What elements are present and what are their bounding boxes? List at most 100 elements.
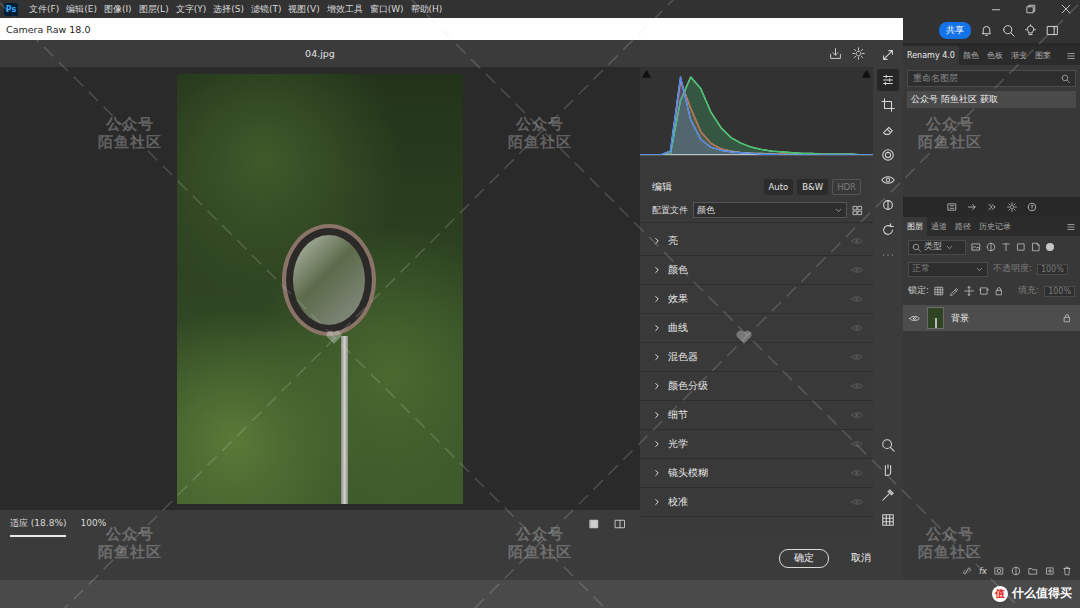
lock-all-icon[interactable] — [994, 286, 1004, 296]
menu-item[interactable]: 文件(F) — [29, 3, 59, 16]
panel-tab[interactable]: 颜色 — [959, 46, 983, 65]
bulb-icon[interactable] — [1024, 24, 1037, 37]
tool-button[interactable] — [877, 459, 899, 481]
trash-icon[interactable] — [1062, 566, 1072, 576]
smart-object-icon[interactable] — [1031, 242, 1041, 252]
image-canvas[interactable] — [0, 67, 640, 510]
share-button[interactable]: 共享 — [939, 22, 971, 39]
panel-menu-icon[interactable] — [1066, 222, 1076, 232]
type-layer-icon[interactable] — [1001, 242, 1011, 252]
lock-pixels-icon[interactable] — [934, 286, 944, 296]
menu-item[interactable]: 文字(Y) — [176, 3, 207, 16]
gear-icon[interactable] — [852, 47, 865, 60]
menu-item[interactable]: 编辑(E) — [66, 3, 97, 16]
filter-toggle[interactable] — [1046, 243, 1054, 251]
tool-button[interactable] — [877, 244, 899, 266]
tool-button[interactable] — [877, 69, 899, 91]
highlight-clip-icon[interactable] — [862, 69, 871, 78]
panel-tab[interactable]: 通道 — [927, 217, 951, 236]
filter-dropdown[interactable]: 类型 — [908, 240, 966, 255]
menu-item[interactable]: 窗口(W) — [370, 3, 404, 16]
bell-icon[interactable] — [980, 24, 993, 37]
settings-icon[interactable] — [1007, 202, 1017, 212]
folder-icon[interactable] — [1028, 566, 1038, 576]
tool-button[interactable] — [877, 509, 899, 531]
lock-artboard-icon[interactable] — [979, 286, 989, 296]
visibility-eye-icon[interactable] — [851, 467, 863, 479]
menu-item[interactable]: 选择(S) — [213, 3, 244, 16]
panel-tab[interactable]: 历史记录 — [975, 217, 1015, 236]
panel-section[interactable]: 细节 — [640, 401, 873, 430]
panel-section[interactable]: 光学 — [640, 430, 873, 459]
actions-icon[interactable] — [987, 202, 997, 212]
layer-lock-icon[interactable] — [1062, 313, 1072, 323]
panel-section[interactable]: 颜色分级 — [640, 372, 873, 401]
panel-menu-icon[interactable] — [1066, 51, 1076, 61]
panel-section[interactable]: 颜色 — [640, 256, 873, 285]
panel-tab[interactable]: 路径 — [951, 217, 975, 236]
restore-icon[interactable] — [1025, 3, 1037, 15]
panel-section[interactable]: 亮 — [640, 227, 873, 256]
lock-move-icon[interactable] — [964, 286, 974, 296]
arrow-right-icon[interactable] — [967, 202, 977, 212]
new-layer-icon[interactable] — [1045, 566, 1055, 576]
mask-add-icon[interactable] — [994, 566, 1004, 576]
profile-browser-icon[interactable] — [852, 205, 863, 216]
visibility-eye-icon[interactable] — [851, 293, 863, 305]
visibility-eye-icon[interactable] — [851, 322, 863, 334]
tool-button[interactable] — [877, 194, 899, 216]
app-logo[interactable]: Ps — [4, 3, 18, 16]
rename-field[interactable]: 重命名图层 — [907, 70, 1076, 87]
minimize-icon[interactable] — [990, 3, 1002, 15]
visibility-eye-icon[interactable] — [851, 438, 863, 450]
cancel-button[interactable]: 取消 — [851, 552, 871, 565]
save-icon[interactable] — [829, 47, 842, 60]
menu-item[interactable]: 图层(L) — [139, 3, 169, 16]
panel-tab[interactable]: 色板 — [983, 46, 1007, 65]
visibility-eye-icon[interactable] — [851, 380, 863, 392]
visibility-eye-icon[interactable] — [851, 235, 863, 247]
workspace-icon[interactable] — [1046, 24, 1059, 37]
tool-button[interactable] — [877, 44, 899, 66]
menu-item[interactable]: 图像(I) — [104, 3, 132, 16]
pixel-layer-icon[interactable] — [971, 242, 981, 252]
tool-button[interactable] — [877, 434, 899, 456]
panel-tab[interactable]: 渐变 — [1007, 46, 1031, 65]
layer-visibility-eye-icon[interactable] — [909, 313, 920, 324]
compare-view-icon[interactable] — [614, 518, 626, 530]
menu-item[interactable]: 滤镜(T) — [251, 3, 282, 16]
properties-icon[interactable] — [947, 202, 957, 212]
visibility-eye-icon[interactable] — [851, 351, 863, 363]
adjust-layer-icon[interactable] — [986, 242, 996, 252]
visibility-eye-icon[interactable] — [851, 409, 863, 421]
panel-section[interactable]: 混色器 — [640, 343, 873, 372]
zoom-option[interactable]: 100% — [80, 512, 106, 535]
tool-button[interactable] — [877, 144, 899, 166]
search-icon[interactable] — [1002, 24, 1015, 37]
plugin-item[interactable]: 公众号 陌鱼社区 获取 — [907, 91, 1076, 108]
help-icon[interactable] — [1027, 202, 1037, 212]
lock-paint-icon[interactable] — [949, 286, 959, 296]
tool-button[interactable] — [877, 219, 899, 241]
profile-dropdown[interactable]: 颜色 — [693, 202, 847, 218]
shape-layer-icon[interactable] — [1016, 242, 1026, 252]
menu-item[interactable]: 帮助(H) — [411, 3, 443, 16]
layer-row[interactable]: 背景 — [903, 305, 1080, 331]
ok-button[interactable]: 确定 — [779, 549, 829, 568]
fx-button[interactable]: fx — [979, 566, 987, 576]
edit-button[interactable]: B&W — [797, 179, 828, 195]
panel-section[interactable]: 曲线 — [640, 314, 873, 343]
panel-section[interactable]: 校准 — [640, 488, 873, 517]
panel-tab[interactable]: Renamy 4.0 — [903, 46, 959, 65]
menu-item[interactable]: 增效工具 — [327, 3, 363, 16]
menu-item[interactable]: 视图(V) — [288, 3, 319, 16]
panel-section[interactable]: 镜头模糊 — [640, 459, 873, 488]
single-view-icon[interactable] — [588, 518, 600, 530]
tool-button[interactable] — [877, 169, 899, 191]
panel-tab[interactable]: 图案 — [1031, 46, 1055, 65]
panel-section[interactable]: 效果 — [640, 285, 873, 314]
close-icon[interactable] — [1060, 3, 1072, 15]
visibility-eye-icon[interactable] — [851, 496, 863, 508]
tool-button[interactable] — [877, 119, 899, 141]
edit-button[interactable]: Auto — [764, 179, 794, 195]
